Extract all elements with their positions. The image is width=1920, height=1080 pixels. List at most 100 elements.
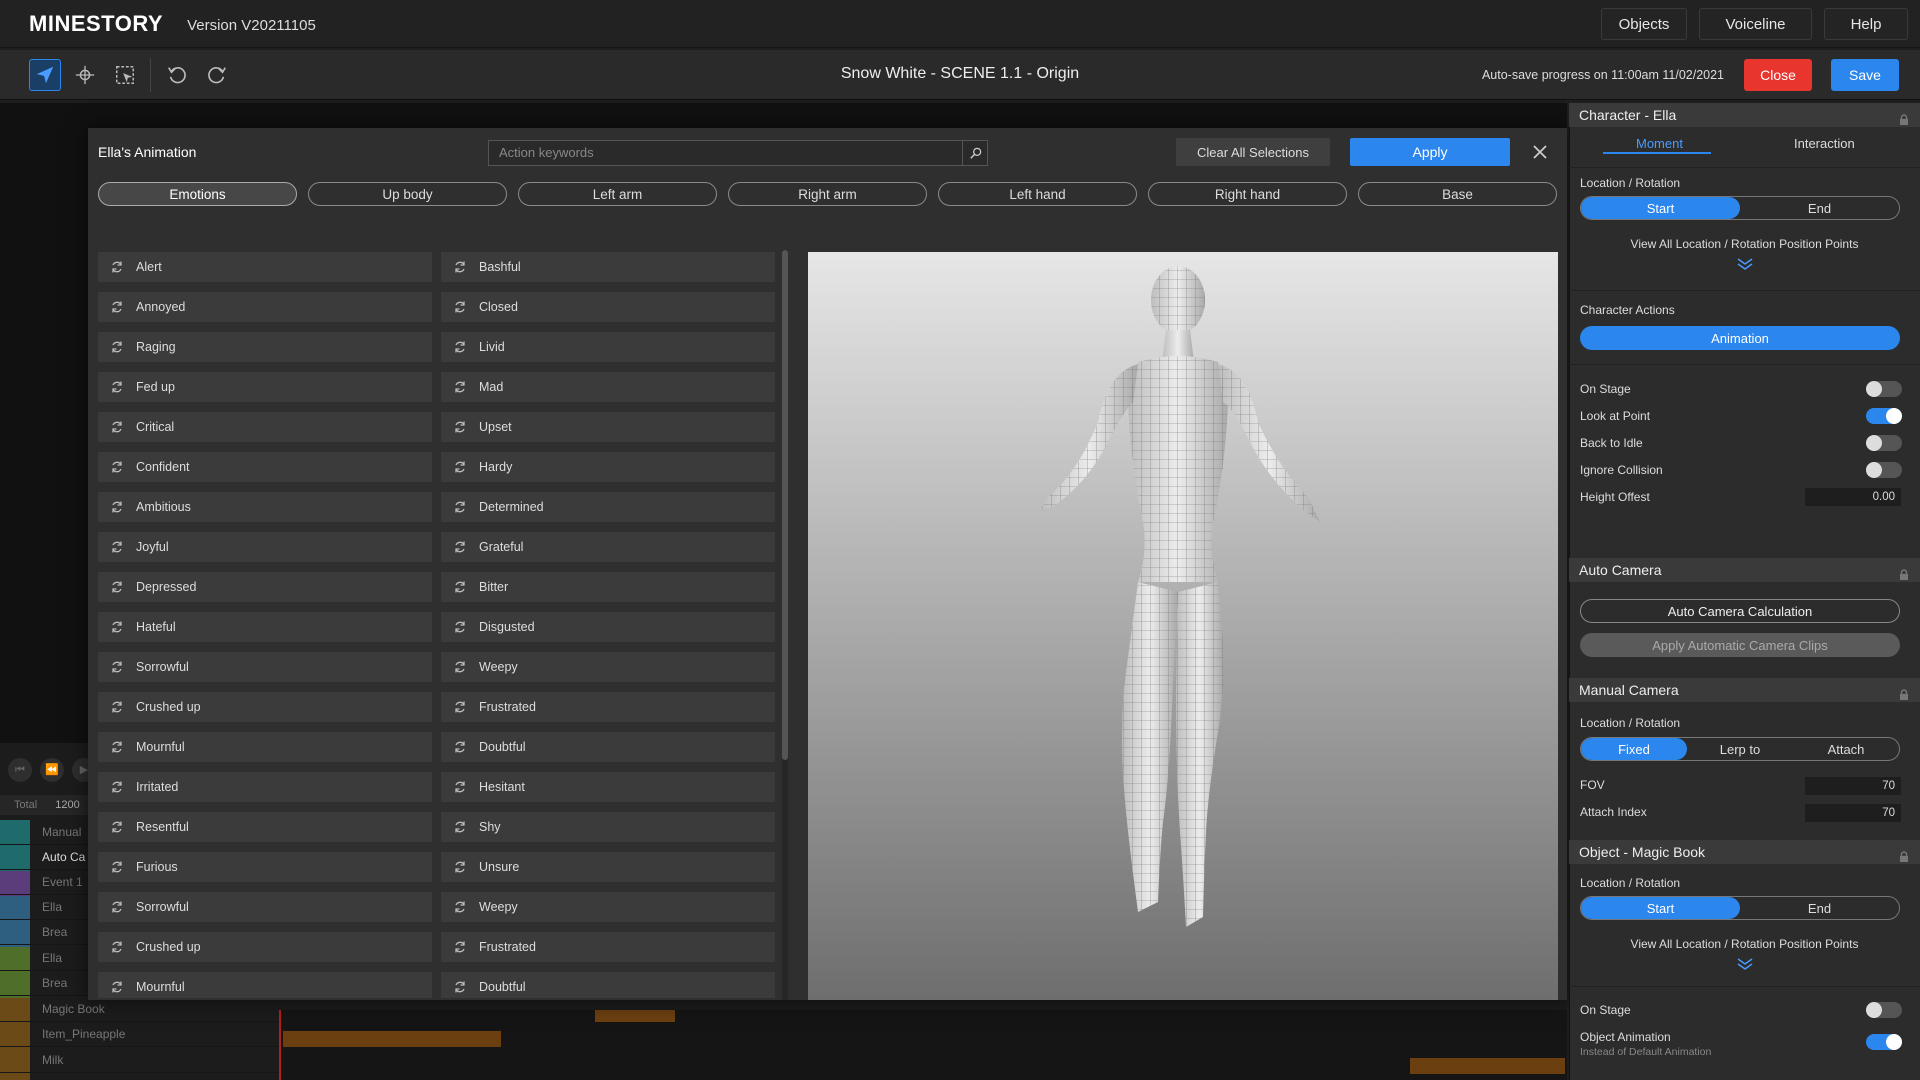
lock-icon[interactable] — [1898, 846, 1910, 870]
animation-item[interactable]: Disgusted — [441, 612, 775, 642]
tab-left-arm[interactable]: Left arm — [518, 182, 717, 206]
animation-item[interactable]: Annoyed — [98, 292, 432, 322]
animation-item[interactable]: Grateful — [441, 532, 775, 562]
track-label[interactable]: Item_Pineapple — [0, 1022, 280, 1047]
tab-base[interactable]: Base — [1358, 182, 1557, 206]
search-button[interactable] — [962, 140, 988, 166]
animation-item[interactable]: Bitter — [441, 572, 775, 602]
animation-item[interactable]: Livid — [441, 332, 775, 362]
animation-item[interactable]: Irritated — [98, 772, 432, 802]
apply-button[interactable]: Apply — [1350, 138, 1510, 166]
object-on-stage-toggle[interactable] — [1866, 1002, 1902, 1018]
lerp-to-option[interactable]: Lerp to — [1687, 738, 1793, 760]
animation-item[interactable]: Shy — [441, 812, 775, 842]
tab-emotions[interactable]: Emotions — [98, 182, 297, 206]
lock-icon[interactable] — [1898, 564, 1910, 588]
animation-item[interactable]: Critical — [98, 412, 432, 442]
nav-objects[interactable]: Objects — [1601, 8, 1687, 40]
animation-item[interactable]: Frustrated — [441, 932, 775, 962]
animation-item[interactable]: Sorrowful — [98, 892, 432, 922]
pointer-tool[interactable] — [29, 59, 61, 91]
animation-item[interactable]: Weepy — [441, 892, 775, 922]
animation-item[interactable]: Determined — [441, 492, 775, 522]
chevron-down-icon[interactable] — [1736, 957, 1754, 971]
tab-up-body[interactable]: Up body — [308, 182, 507, 206]
tab-interaction[interactable]: Interaction — [1794, 136, 1855, 151]
chevron-down-icon[interactable] — [1736, 257, 1754, 271]
tab-moment[interactable]: Moment — [1636, 136, 1683, 151]
height-offset-input[interactable]: 0.00 — [1805, 488, 1901, 506]
lock-icon[interactable] — [1898, 109, 1910, 133]
character-preview[interactable] — [808, 252, 1558, 1000]
start-option[interactable]: Start — [1581, 197, 1740, 219]
object-end-option[interactable]: End — [1740, 897, 1899, 919]
scrollbar-thumb[interactable] — [782, 250, 788, 760]
object-animation-toggle[interactable] — [1866, 1034, 1902, 1050]
animation-item[interactable]: Resentful — [98, 812, 432, 842]
timeline-clip[interactable] — [1410, 1058, 1565, 1074]
animation-item[interactable]: Doubtful — [441, 732, 775, 762]
clear-selections-button[interactable]: Clear All Selections — [1176, 138, 1330, 166]
attach-index-input[interactable]: 70 — [1805, 804, 1901, 822]
timeline-clip[interactable] — [595, 1010, 675, 1022]
animation-item[interactable]: Alert — [98, 252, 432, 282]
modal-close-button[interactable] — [1528, 140, 1552, 164]
animation-item[interactable]: Closed — [441, 292, 775, 322]
animation-item[interactable]: Upset — [441, 412, 775, 442]
animation-item[interactable]: Sorrowful — [98, 652, 432, 682]
back-to-idle-toggle[interactable] — [1866, 435, 1902, 451]
look-at-point-toggle[interactable] — [1866, 408, 1902, 424]
fixed-option[interactable]: Fixed — [1581, 738, 1687, 760]
animation-item[interactable]: Crushed up — [98, 932, 432, 962]
animation-button[interactable]: Animation — [1580, 326, 1900, 350]
undo-button[interactable] — [161, 59, 193, 91]
playhead[interactable] — [279, 1010, 281, 1080]
animation-item[interactable]: Weepy — [441, 652, 775, 682]
apply-camera-clips-button[interactable]: Apply Automatic Camera Clips — [1580, 633, 1900, 657]
rewind-icon[interactable]: ⏪ — [40, 758, 64, 782]
auto-camera-calculation-button[interactable]: Auto Camera Calculation — [1580, 599, 1900, 623]
animation-item[interactable]: Hardy — [441, 452, 775, 482]
fov-input[interactable]: 70 — [1805, 777, 1901, 795]
list-scrollbar[interactable] — [782, 250, 788, 1000]
object-start-option[interactable]: Start — [1581, 897, 1740, 919]
animation-item[interactable]: Ambitious — [98, 492, 432, 522]
skip-start-icon[interactable]: ⏮ — [8, 758, 32, 782]
attach-option[interactable]: Attach — [1793, 738, 1899, 760]
end-option[interactable]: End — [1740, 197, 1899, 219]
animation-item[interactable]: Confident — [98, 452, 432, 482]
timeline-clip[interactable] — [283, 1031, 501, 1047]
animation-item[interactable]: Mournful — [98, 972, 432, 998]
animation-item[interactable]: Hesitant — [441, 772, 775, 802]
animation-item[interactable]: Doubtful — [441, 972, 775, 998]
tab-left-hand[interactable]: Left hand — [938, 182, 1137, 206]
nav-help[interactable]: Help — [1824, 8, 1908, 40]
redo-button[interactable] — [201, 59, 233, 91]
tab-right-arm[interactable]: Right arm — [728, 182, 927, 206]
animation-item[interactable]: Raging — [98, 332, 432, 362]
search-input[interactable]: Action keywords — [488, 140, 988, 166]
animation-item[interactable]: Mad — [441, 372, 775, 402]
track-label[interactable]: Magic Book — [0, 997, 280, 1022]
animation-item[interactable]: Mournful — [98, 732, 432, 762]
tab-right-hand[interactable]: Right hand — [1148, 182, 1347, 206]
view-all-points-link[interactable]: View All Location / Rotation Position Po… — [1569, 237, 1920, 251]
animation-item[interactable]: Fed up — [98, 372, 432, 402]
animation-item[interactable]: Crushed up — [98, 692, 432, 722]
animation-item[interactable]: Unsure — [441, 852, 775, 882]
on-stage-toggle[interactable] — [1866, 381, 1902, 397]
nav-voiceline[interactable]: Voiceline — [1699, 8, 1812, 40]
animation-item[interactable]: Frustrated — [441, 692, 775, 722]
save-button[interactable]: Save — [1831, 59, 1899, 91]
object-view-all-link[interactable]: View All Location / Rotation Position Po… — [1569, 937, 1920, 951]
select-region-tool[interactable] — [109, 59, 141, 91]
animation-item[interactable]: Depressed — [98, 572, 432, 602]
ignore-collision-toggle[interactable] — [1866, 462, 1902, 478]
animation-item[interactable]: Furious — [98, 852, 432, 882]
animation-item[interactable]: Hateful — [98, 612, 432, 642]
track-label[interactable]: Milk — [0, 1048, 280, 1073]
move-tool[interactable] — [69, 59, 101, 91]
animation-item[interactable]: Joyful — [98, 532, 432, 562]
close-button[interactable]: Close — [1744, 59, 1812, 91]
animation-item[interactable]: Bashful — [441, 252, 775, 282]
